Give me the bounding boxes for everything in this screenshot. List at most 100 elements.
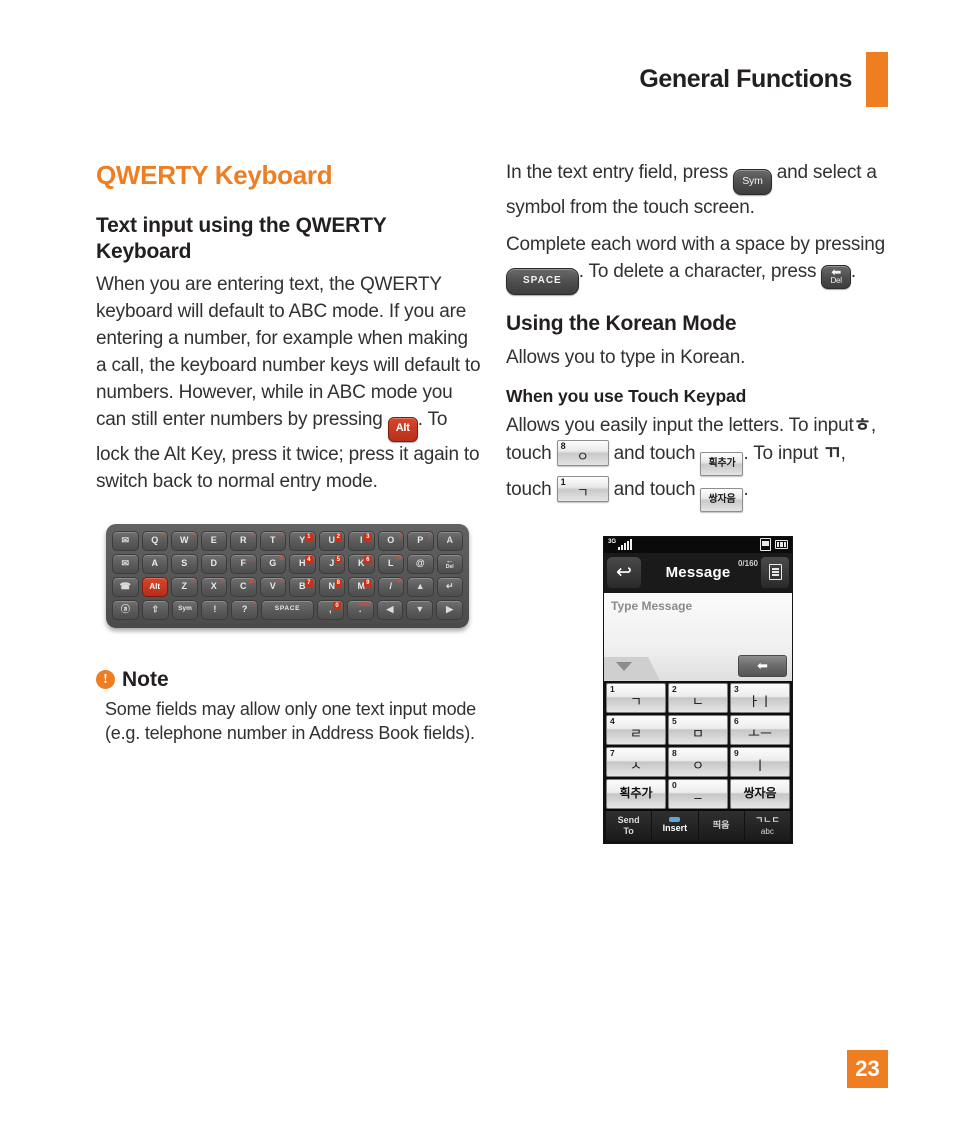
key-w[interactable]: W ~ bbox=[171, 531, 198, 551]
key-x[interactable]: X > bbox=[201, 577, 228, 597]
expand-down-icon[interactable] bbox=[604, 657, 660, 681]
key-label: L bbox=[388, 559, 394, 568]
contacts-key[interactable]: ☎ bbox=[112, 577, 139, 597]
message-text-area[interactable]: Type Message ⬅ bbox=[604, 593, 792, 681]
key-z[interactable]: Z < bbox=[171, 577, 198, 597]
key-g[interactable]: G $ bbox=[260, 554, 287, 574]
key-a[interactable]: A: bbox=[142, 554, 169, 574]
up-arrow-key[interactable]: ▲ bbox=[407, 577, 434, 597]
character-counter: 0/160 bbox=[738, 559, 758, 568]
keypad-key-1[interactable]: 1ㄱ bbox=[606, 683, 666, 713]
key-e[interactable]: E – bbox=[201, 531, 228, 551]
keypad-key-number: 8 bbox=[672, 748, 677, 759]
touch-text-d: . To input bbox=[743, 443, 818, 464]
att-key[interactable]: ⓐ bbox=[112, 600, 139, 620]
phone-status-bar: 3G bbox=[604, 537, 792, 553]
key-label: ☎ bbox=[120, 582, 131, 591]
keypad-key-5[interactable]: 5ㅁ bbox=[668, 715, 728, 745]
space-softkey[interactable]: 띄움 bbox=[699, 811, 744, 841]
key-alt-label: ~ bbox=[191, 533, 195, 539]
key-b[interactable]: B7 bbox=[289, 577, 316, 597]
key-/[interactable]: / # bbox=[378, 577, 405, 597]
key-p[interactable]: P) bbox=[407, 531, 434, 551]
key-v[interactable]: V × bbox=[260, 577, 287, 597]
key-?[interactable]: ? * bbox=[231, 600, 258, 620]
battery-icon bbox=[775, 540, 788, 549]
key-q[interactable]: Q ^ bbox=[142, 531, 169, 551]
keypad-key-0[interactable]: 0– bbox=[668, 779, 728, 809]
key-s[interactable]: S; bbox=[171, 554, 198, 574]
key-u[interactable]: U2 bbox=[319, 531, 346, 551]
key-alt-label: .com bbox=[357, 602, 371, 608]
space-text-part-1: Complete each word with a space by press… bbox=[506, 234, 885, 255]
key-l[interactable]: L% bbox=[378, 554, 405, 574]
korean-keypad-phone-screenshot: 3G ↩ Message 0/160 Type Message ⬅ 1 ㄱ 2 … bbox=[603, 536, 793, 844]
key-r[interactable]: R = bbox=[230, 531, 257, 551]
keypad-key-number: 3 bbox=[734, 684, 739, 695]
key-![interactable]: ! ~ bbox=[201, 600, 228, 620]
key-label: W bbox=[180, 536, 189, 545]
keypad-key-쌍자음[interactable]: 쌍자음 bbox=[730, 779, 790, 809]
alt-key[interactable]: Alt bbox=[142, 577, 169, 597]
qwerty-keyboard-diagram: ✉ Q ^ W ~ E – R = T + Y 1 U 2 I 3 O(P) ὜A ✉ A: S; D ' F _ G $ H 4 J 5 K 6… bbox=[106, 524, 469, 628]
key-alt-label: 6 bbox=[364, 556, 371, 564]
softkey-label-line1: Send bbox=[618, 815, 640, 826]
right-arrow-key[interactable]: ▶ bbox=[436, 600, 463, 620]
key-alt-label: ) bbox=[429, 533, 431, 539]
shift-key[interactable]: ⇧ bbox=[142, 600, 169, 620]
key-j[interactable]: J5 bbox=[319, 554, 346, 574]
key-i[interactable]: I3 bbox=[348, 531, 375, 551]
message-key[interactable]: ✉ bbox=[112, 531, 139, 551]
keypad-key-4[interactable]: 4ㄹ bbox=[606, 715, 666, 745]
keypad-key-8[interactable]: 8ㅇ bbox=[668, 747, 728, 777]
key-alt-label: 4 bbox=[305, 556, 312, 564]
keypad-key-7[interactable]: 7ㅅ bbox=[606, 747, 666, 777]
send-to-softkey[interactable]: Send To bbox=[606, 811, 651, 841]
key-alt-label: ~ bbox=[222, 602, 226, 608]
left-arrow-key[interactable]: ◀ bbox=[377, 600, 404, 620]
korean-letter-hieut: ㅎ bbox=[854, 415, 871, 436]
mode-softkey[interactable]: ㄱㄴㄷ abc bbox=[745, 811, 790, 841]
key-t[interactable]: T + bbox=[260, 531, 287, 551]
insert-softkey[interactable]: Insert bbox=[652, 811, 697, 841]
key-h[interactable]: H4 bbox=[289, 554, 316, 574]
note-header: ! Note bbox=[96, 668, 481, 692]
delete-key[interactable]: ← Del bbox=[437, 554, 464, 574]
left-column: QWERTY Keyboard Text input using the QWE… bbox=[96, 160, 481, 746]
keypad-key-6[interactable]: 6 ㅗㅡ bbox=[730, 715, 790, 745]
key-y[interactable]: Y1 bbox=[289, 531, 316, 551]
message-placeholder: Type Message bbox=[611, 599, 785, 613]
back-arrow-icon[interactable]: ↩ bbox=[607, 557, 641, 588]
keypad-key-2[interactable]: 2ㄴ bbox=[668, 683, 728, 713]
key-.[interactable]: . .com bbox=[347, 600, 374, 620]
keypad-key-9[interactable]: 9ㅣ bbox=[730, 747, 790, 777]
key-alt-label: < bbox=[191, 579, 195, 585]
key-,[interactable]: ,0 bbox=[317, 600, 344, 620]
key-@[interactable]: @ \ bbox=[407, 554, 434, 574]
key-label: C bbox=[240, 582, 247, 591]
keypad-key-number: 5 bbox=[672, 716, 677, 727]
key-n[interactable]: N8 bbox=[319, 577, 346, 597]
down-arrow-key[interactable]: ▼ bbox=[406, 600, 433, 620]
key-label: ◀ bbox=[387, 605, 394, 614]
key-f[interactable]: F _ bbox=[230, 554, 257, 574]
key-alt-label: = bbox=[250, 533, 254, 539]
email-key[interactable]: ✉ bbox=[112, 554, 139, 574]
key-c[interactable]: C & bbox=[230, 577, 257, 597]
sym-key-chip: Sym bbox=[733, 169, 771, 195]
key-alt-label: _ bbox=[250, 556, 253, 562]
compose-key[interactable]: ὜A bbox=[437, 531, 464, 551]
key-label: D bbox=[211, 559, 218, 568]
key-k[interactable]: K6 bbox=[348, 554, 375, 574]
sym-key[interactable]: Sym bbox=[172, 600, 199, 620]
key-o[interactable]: O( bbox=[378, 531, 405, 551]
keypad-key-획추가[interactable]: 획추가 bbox=[606, 779, 666, 809]
keypad-key-3[interactable]: 3 ㅏㅣ bbox=[730, 683, 790, 713]
backspace-arrow-icon[interactable]: ⬅ bbox=[738, 655, 787, 677]
space-key[interactable]: SPACE bbox=[261, 600, 314, 620]
menu-list-icon[interactable] bbox=[761, 557, 789, 588]
key-d[interactable]: D ' bbox=[201, 554, 228, 574]
enter-key[interactable]: ↵ bbox=[437, 577, 464, 597]
key-m[interactable]: M9 bbox=[348, 577, 375, 597]
keypad-key-glyph: ㄴ bbox=[669, 695, 727, 708]
